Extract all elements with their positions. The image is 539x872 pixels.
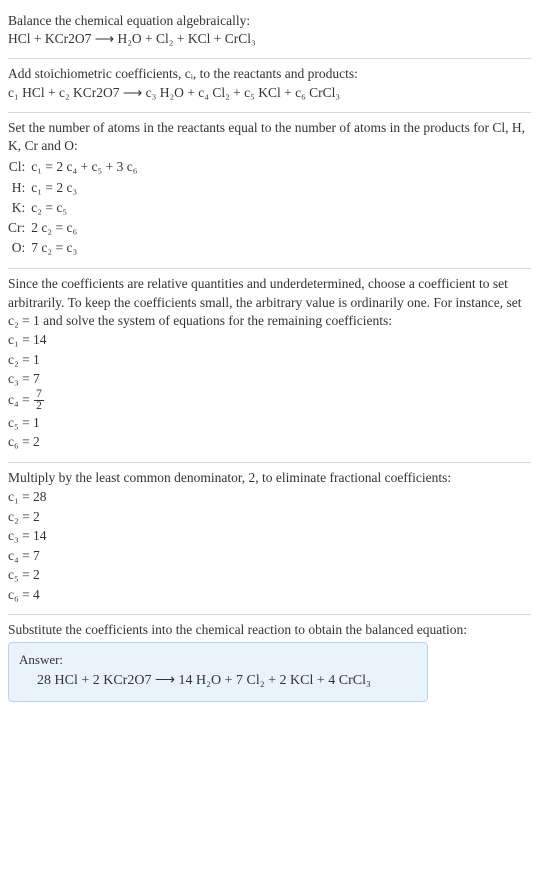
multiply-intro: Multiply by the least common denominator… xyxy=(8,469,531,487)
coef-c5: c₅ = 1 xyxy=(8,413,531,433)
table-row: K: c₂ = c₅ xyxy=(8,198,141,218)
table-row: Cl: c₁ = 2 c₄ + c₅ + 3 c₆ xyxy=(8,157,141,177)
coef-c6: c₆ = 4 xyxy=(8,585,531,605)
coef-list-final: c₁ = 28 c₂ = 2 c₃ = 14 c₄ = 7 c₅ = 2 c₆ … xyxy=(8,487,531,604)
coef-list: c₁ = 14 c₂ = 1 c₃ = 7 c₄ = 72 c₅ = 1 c₆ … xyxy=(8,330,531,452)
coef-c1: c₁ = 28 xyxy=(8,487,531,507)
fraction: 72 xyxy=(34,389,44,413)
element-label: Cl: xyxy=(8,157,31,177)
problem-line1: Balance the chemical equation algebraica… xyxy=(8,12,531,30)
problem-equation: HCl + KCr2O7 ⟶ H₂O + Cl₂ + KCl + CrCl₃ xyxy=(8,30,531,48)
element-label: Cr: xyxy=(8,218,31,238)
solve-intro: Since the coefficients are relative quan… xyxy=(8,275,531,330)
coef-c2: c₂ = 2 xyxy=(8,507,531,527)
table-row: O: 7 c₂ = c₃ xyxy=(8,238,141,258)
stoich-intro: Add stoichiometric coefficients, cᵢ, to … xyxy=(8,65,531,83)
element-equation: c₂ = c₅ xyxy=(31,198,141,218)
element-equation: c₁ = 2 c₃ xyxy=(31,178,141,198)
coef-c4: c₄ = 72 xyxy=(8,389,531,413)
coef-c3: c₃ = 14 xyxy=(8,526,531,546)
table-row: Cr: 2 c₂ = c₆ xyxy=(8,218,141,238)
section-multiply: Multiply by the least common denominator… xyxy=(8,463,531,615)
answer-box: Answer: 28 HCl + 2 KCr2O7 ⟶ 14 H₂O + 7 C… xyxy=(8,642,428,702)
coef-c2: c₂ = 1 xyxy=(8,350,531,370)
element-equation: 7 c₂ = c₃ xyxy=(31,238,141,258)
stoich-equation: c₁ HCl + c₂ KCr2O7 ⟶ c₃ H₂O + c₄ Cl₂ + c… xyxy=(8,84,531,102)
table-row: H: c₁ = 2 c₃ xyxy=(8,178,141,198)
atom-balance-intro: Set the number of atoms in the reactants… xyxy=(8,119,531,155)
section-solve: Since the coefficients are relative quan… xyxy=(8,269,531,461)
coef-c1: c₁ = 14 xyxy=(8,330,531,350)
coef-c3: c₃ = 7 xyxy=(8,369,531,389)
coef-c5: c₅ = 2 xyxy=(8,565,531,585)
element-label: H: xyxy=(8,178,31,198)
element-equation: c₁ = 2 c₄ + c₅ + 3 c₆ xyxy=(31,157,141,177)
section-atom-balance: Set the number of atoms in the reactants… xyxy=(8,113,531,269)
coef-c6: c₆ = 2 xyxy=(8,432,531,452)
element-label: O: xyxy=(8,238,31,258)
substitute-intro: Substitute the coefficients into the che… xyxy=(8,621,531,639)
coef-c4: c₄ = 7 xyxy=(8,546,531,566)
element-equation: 2 c₂ = c₆ xyxy=(31,218,141,238)
answer-label: Answer: xyxy=(19,651,417,669)
coef-c4-prefix: c₄ = xyxy=(8,392,33,407)
section-substitute: Substitute the coefficients into the che… xyxy=(8,615,531,706)
element-label: K: xyxy=(8,198,31,218)
fraction-denominator: 2 xyxy=(34,401,44,412)
section-problem: Balance the chemical equation algebraica… xyxy=(8,6,531,58)
section-stoichiometric: Add stoichiometric coefficients, cᵢ, to … xyxy=(8,59,531,111)
atom-balance-table: Cl: c₁ = 2 c₄ + c₅ + 3 c₆ H: c₁ = 2 c₃ K… xyxy=(8,157,141,258)
answer-equation: 28 HCl + 2 KCr2O7 ⟶ 14 H₂O + 7 Cl₂ + 2 K… xyxy=(19,672,417,691)
